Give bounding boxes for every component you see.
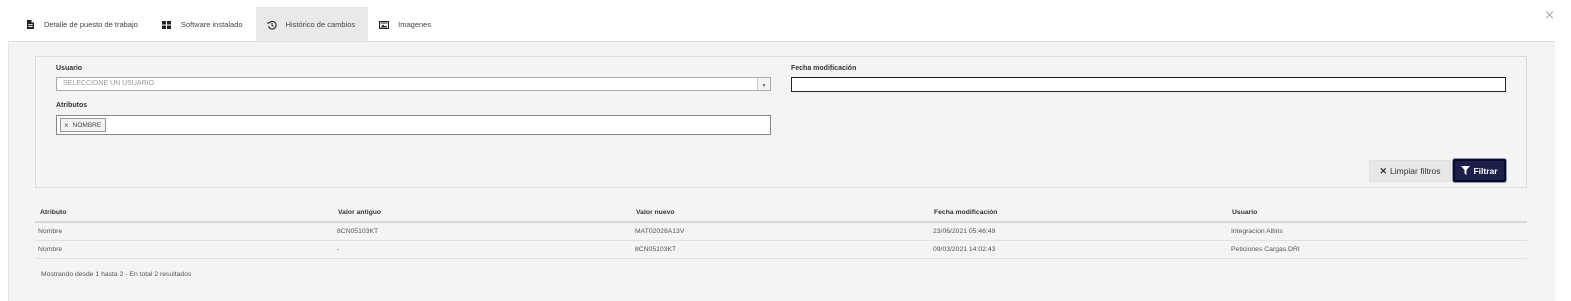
usuario-label: Usuario <box>56 65 83 72</box>
table-row: Nombre - 8CN05103KT 09/03/2021 14:02:43 … <box>35 241 1527 259</box>
remove-chip-icon[interactable]: × <box>64 121 69 130</box>
funnel-icon <box>1461 166 1471 175</box>
table-row: Nombre 8CN05103KT MAT02028A13V 23/06/202… <box>35 223 1527 241</box>
modal-window: × Detalle de puesto de trabajo Software … <box>0 0 1571 301</box>
atributos-input[interactable]: × NOMBRE <box>56 115 771 135</box>
fecha-label: Fecha modificación <box>791 65 857 72</box>
filter-button[interactable]: Filtrar <box>1453 159 1506 182</box>
table-cell: 8CN05103KT <box>635 246 677 253</box>
history-table: Atributo Valor antiguo Valor nuevo Fecha… <box>35 205 1527 259</box>
table-cell: Peticiones Cargas DRI <box>1231 246 1300 253</box>
history-icon <box>267 20 277 30</box>
close-icon[interactable]: × <box>1544 8 1555 23</box>
usuario-select[interactable]: SELECCIONE UN USUARIO ▼ <box>56 77 771 91</box>
table-cell: Integracion Altiris <box>1231 228 1283 235</box>
table-cell: Nombre <box>38 246 63 253</box>
table-cell: - <box>337 246 340 253</box>
atributos-label: Atributos <box>56 102 88 109</box>
table-cell: MAT02028A13V <box>635 228 685 235</box>
column-header[interactable]: Valor nuevo <box>636 209 675 216</box>
pagination-summary: Mostrando desde 1 hasta 2 - En total 2 r… <box>41 271 192 278</box>
filter-label: Filtrar <box>1473 165 1498 176</box>
fecha-input[interactable] <box>791 77 1506 92</box>
tab-bar: Detalle de puesto de trabajo Software in… <box>14 7 444 42</box>
attribute-chip: × NOMBRE <box>60 118 107 132</box>
filter-panel: Usuario SELECCIONE UN USUARIO ▼ Fecha mo… <box>35 56 1527 188</box>
table-header: Atributo Valor antiguo Valor nuevo Fecha… <box>35 205 1527 223</box>
tab-label: Imagenes <box>398 20 432 29</box>
tab-software[interactable]: Software instalado <box>151 7 256 42</box>
table-cell: 23/06/2021 05:46:49 <box>933 228 996 235</box>
tab-historico[interactable]: Histórico de cambios <box>255 7 369 42</box>
clear-filters-label: Limpiar filtros <box>1390 166 1441 176</box>
tab-label: Detalle de puesto de trabajo <box>44 20 138 29</box>
chip-label: NOMBRE <box>72 121 102 129</box>
tab-imagenes[interactable]: Imagenes <box>368 7 444 42</box>
tab-label: Histórico de cambios <box>285 20 356 29</box>
windows-icon <box>162 20 172 30</box>
tab-label: Software instalado <box>180 20 243 29</box>
chevron-down-icon[interactable]: ▼ <box>757 78 770 90</box>
close-icon: ✕ <box>1379 165 1387 176</box>
tab-detalle[interactable]: Detalle de puesto de trabajo <box>14 7 151 42</box>
table-cell: 09/03/2021 14:02:43 <box>933 246 996 253</box>
column-header[interactable]: Fecha modificación <box>934 209 997 216</box>
table-cell: Nombre <box>38 228 63 235</box>
image-icon <box>379 20 390 30</box>
file-icon <box>25 20 35 30</box>
clear-filters-button[interactable]: ✕ Limpiar filtros <box>1369 160 1451 182</box>
column-header[interactable]: Usuario <box>1232 209 1257 216</box>
tab-content: Usuario SELECCIONE UN USUARIO ▼ Fecha mo… <box>8 41 1555 301</box>
column-header[interactable]: Valor antiguo <box>338 209 381 216</box>
column-header[interactable]: Atributo <box>40 209 66 216</box>
table-cell: 8CN05103KT <box>337 228 379 235</box>
usuario-placeholder: SELECCIONE UN USUARIO <box>63 80 155 87</box>
